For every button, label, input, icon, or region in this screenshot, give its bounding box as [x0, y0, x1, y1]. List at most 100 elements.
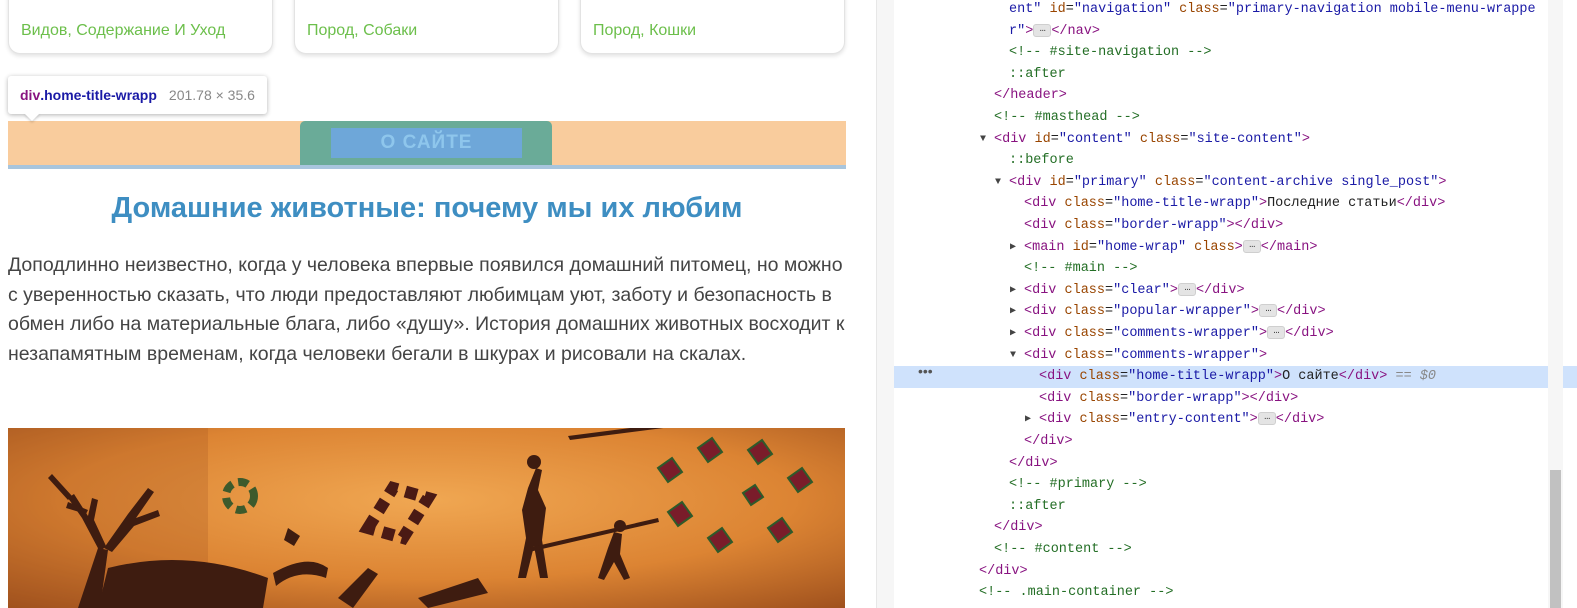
dom-tree-line[interactable]: ::after	[894, 496, 1577, 518]
dom-token: =	[1105, 282, 1114, 298]
dom-token: class	[1071, 390, 1121, 406]
dom-tree-line[interactable]: <!-- .main-container -->	[894, 582, 1577, 604]
expand-triangle-icon[interactable]: ▶	[1010, 301, 1016, 323]
category-link[interactable]: Пород, Кошки	[593, 22, 696, 40]
dom-line-content: <div id="primary" class="content-archive…	[1009, 172, 1447, 194]
expand-triangle-icon[interactable]: ▶	[1010, 323, 1016, 345]
dom-token: =	[1120, 390, 1129, 406]
collapsed-content-badge[interactable]: …	[1257, 412, 1276, 426]
category-card[interactable]: Пород, Кошки	[580, 0, 845, 54]
expand-triangle-icon[interactable]: ▶	[1010, 237, 1016, 259]
dom-tree-line[interactable]: <div class="border-wrapp"></div>	[894, 388, 1577, 410]
dom-token: "comments-wrapper"	[1113, 347, 1259, 363]
dom-tree-line[interactable]: </div>	[894, 517, 1577, 539]
page-viewport: Видов, Содержание И Уход Пород, Собаки П…	[0, 0, 876, 608]
dom-line-content: </header>	[994, 85, 1067, 107]
dom-token: class	[1146, 174, 1196, 190]
dom-token: <div	[1009, 174, 1042, 190]
node-actions-menu[interactable]: •••	[918, 363, 933, 379]
dom-tree-line[interactable]: ▼ <div class="comments-wrapper">	[894, 345, 1577, 367]
dom-tree-line[interactable]: </div>	[894, 431, 1577, 453]
dom-token: "content-archive single_post"	[1203, 174, 1439, 190]
dom-token: <main	[1024, 239, 1065, 255]
dom-token: "primary"	[1073, 174, 1147, 190]
dom-token: class	[1056, 304, 1106, 320]
dom-line-content: <	[964, 604, 972, 608]
dom-token: =	[1050, 131, 1059, 147]
dom-tree-line[interactable]: <div class="border-wrapp"></div>	[894, 215, 1577, 237]
dom-line-content: <div id="content" class="site-content">	[994, 129, 1310, 151]
dom-token: <div	[1024, 218, 1057, 233]
dom-token: >	[1258, 196, 1268, 212]
dom-token: </nav>	[1051, 23, 1100, 39]
collapse-triangle-icon[interactable]: ▼	[1010, 345, 1016, 367]
dom-line-content: <div class="clear">… </div>	[1024, 280, 1245, 302]
dom-tree-line[interactable]: ent" id="navigation" class="primary-navi…	[894, 0, 1577, 21]
dom-line-content: <div class="popular-wrapper">… </div>	[1024, 301, 1326, 323]
category-card[interactable]: Видов, Содержание И Уход	[8, 0, 273, 54]
collapsed-content-badge[interactable]: …	[1033, 23, 1052, 37]
dom-token: <!-- #masthead -->	[994, 110, 1140, 125]
dom-token: >	[1258, 347, 1268, 363]
dom-token: </div>	[1285, 326, 1334, 341]
dom-tree-line[interactable]: ▶ <div class="clear">… </div>	[894, 280, 1577, 302]
dom-tree-line[interactable]: ▼ <div id="content" class="site-content">	[894, 129, 1577, 151]
dom-tree-line[interactable]: <!-- #content -->	[894, 539, 1577, 561]
dom-token: =	[1105, 347, 1114, 363]
dom-line-content: r">… </nav>	[1009, 21, 1100, 43]
dom-token: </div>	[1396, 196, 1446, 212]
devtools-scrollbar-thumb[interactable]	[1550, 470, 1561, 608]
dom-tree-line[interactable]: <	[894, 604, 1577, 608]
dom-tree-line[interactable]: ▶ <div class="entry-content">… </div>	[894, 409, 1577, 431]
collapsed-content-badge[interactable]: …	[1258, 304, 1277, 318]
dom-tree-line[interactable]: <div class="home-title-wrapp">Последние …	[894, 193, 1577, 215]
dom-tree-line[interactable]: </div>	[894, 453, 1577, 475]
dom-token: </div>	[1338, 369, 1388, 385]
dom-tree-line[interactable]: </header>	[894, 85, 1577, 107]
article-body: Доподлинно неизвестно, когда у человека …	[8, 251, 846, 369]
dom-token: <!-- #primary -->	[1009, 477, 1147, 493]
dom-token: "clear"	[1113, 282, 1170, 298]
dom-line-content: <div class="comments-wrapper">	[1024, 345, 1267, 367]
dom-tree-line[interactable]: <!-- #main -->	[894, 258, 1577, 280]
dom-tree-line[interactable]: ▼ <div id="primary" class="content-archiv…	[894, 172, 1577, 194]
devtools-elements-panel: ent" id="navigation" class="primary-navi…	[894, 0, 1577, 608]
collapsed-content-badge[interactable]: …	[1267, 325, 1286, 339]
collapsed-content-badge[interactable]: …	[1242, 239, 1261, 253]
dom-tree-line[interactable]: ▶ <main id="home-wrap" class>… </main>	[894, 237, 1577, 259]
dom-token: "content"	[1058, 131, 1132, 147]
dom-tree-line[interactable]: ::before	[894, 150, 1577, 172]
collapsed-content-badge[interactable]: …	[1177, 282, 1196, 296]
dom-tree-line[interactable]: ▶ <div class="comments-wrapper">… </div>	[894, 323, 1577, 345]
dom-token: >	[1273, 369, 1283, 385]
category-link[interactable]: Пород, Собаки	[307, 22, 417, 40]
dom-token: =	[1088, 239, 1097, 255]
collapse-triangle-icon[interactable]: ▼	[980, 129, 986, 151]
dom-token: <div	[1039, 369, 1072, 385]
dom-tree-line[interactable]: <!-- #primary -->	[894, 474, 1577, 496]
dom-token: =	[1120, 412, 1129, 428]
inspector-tooltip: div .home-title-wrapp 201.78 × 35.6	[8, 76, 267, 114]
dom-token: ::before	[1009, 153, 1074, 169]
category-card[interactable]: Пород, Собаки	[294, 0, 559, 54]
dom-tree-line[interactable]: <!-- #masthead -->	[894, 107, 1577, 129]
dom-tree-line[interactable]: ▶ <div class="popular-wrapper">… </div>	[894, 301, 1577, 323]
dom-tree-line[interactable]: ::after	[894, 64, 1577, 86]
dom-tree-line[interactable]: </div>	[894, 561, 1577, 583]
dom-token: class	[1071, 369, 1121, 385]
expand-triangle-icon[interactable]: ▶	[1010, 280, 1016, 302]
dom-tree-line-selected[interactable]: <div class="home-title-wrapp">О сайте</d…	[894, 366, 1577, 388]
dom-tree-line[interactable]: <!-- #site-navigation -->	[894, 42, 1577, 64]
dom-token: ></div>	[1241, 390, 1299, 406]
page-scrollbar[interactable]	[876, 0, 895, 608]
dom-token: class	[1131, 131, 1181, 147]
expand-triangle-icon[interactable]: ▶	[1025, 409, 1031, 431]
dom-tree-line[interactable]: r">… </nav>	[894, 21, 1577, 43]
dom-token: <div	[1024, 304, 1057, 320]
category-link[interactable]: Видов, Содержание И Уход	[21, 22, 225, 40]
dom-token: =	[1065, 174, 1074, 190]
dom-token: <div	[994, 131, 1027, 147]
dom-token: </main>	[1260, 239, 1318, 255]
dom-token: <div	[1024, 326, 1057, 341]
collapse-triangle-icon[interactable]: ▼	[995, 172, 1001, 194]
